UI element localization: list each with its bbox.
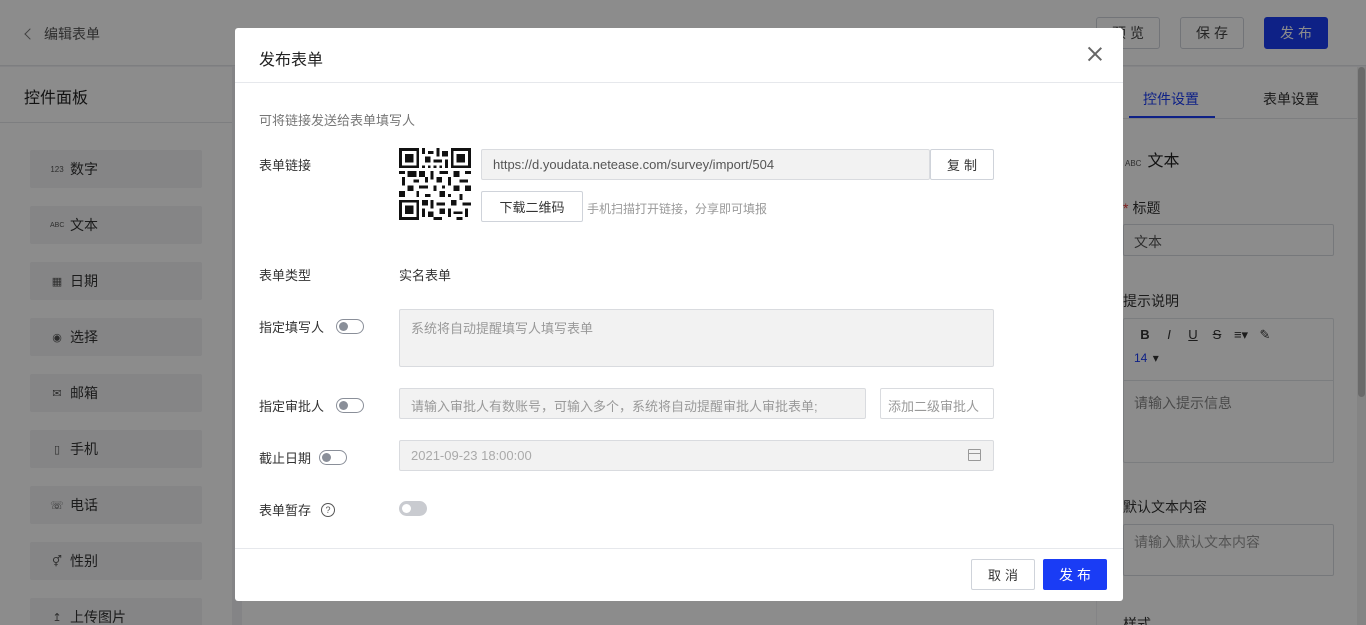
form-type-value: 实名表单: [399, 268, 452, 283]
qr-hint: 手机扫描打开链接，分享即可填报: [587, 202, 768, 216]
assign-filler-label: 指定填写人: [259, 320, 325, 335]
deadline-toggle[interactable]: [319, 450, 348, 465]
deadline-label: 截止日期: [259, 451, 312, 466]
form-link-field[interactable]: https://d.youdata.netease.com/survey/imp…: [481, 149, 930, 180]
dialog-hint: 可将链接发送给表单填写人: [259, 113, 416, 128]
dialog-title: 发布表单: [259, 52, 324, 69]
draft-toggle[interactable]: [399, 501, 427, 516]
qr-code-icon: [399, 148, 471, 220]
confirm-publish-button[interactable]: 发布: [1043, 559, 1107, 590]
assign-approver-toggle[interactable]: [336, 398, 365, 413]
filler-input[interactable]: 系统将自动提醒填写人填写表单: [399, 309, 994, 367]
publish-form-dialog: 发布表单 可将链接发送给表单填写人 表单链接 https://d.youdata…: [235, 28, 1123, 601]
deadline-row: 截止日期: [259, 448, 348, 467]
close-icon[interactable]: [1087, 46, 1103, 62]
draft-row: 表单暂存 ?: [259, 500, 336, 519]
divider: [235, 82, 1123, 83]
assign-filler-row: 指定填写人: [259, 317, 365, 336]
deadline-value: 2021-09-23 18:00:00: [411, 448, 532, 463]
download-qr-button[interactable]: 下载二维码: [481, 191, 583, 222]
cancel-button[interactable]: 取消: [971, 559, 1035, 590]
deadline-date-picker[interactable]: 2021-09-23 18:00:00: [399, 440, 994, 471]
assign-filler-toggle[interactable]: [336, 319, 365, 334]
approver-input[interactable]: 请输入审批人有数账号，可输入多个，系统将自动提醒审批人审批表单;: [399, 388, 866, 419]
form-type-label: 表单类型: [259, 268, 312, 283]
assign-approver-label: 指定审批人: [259, 399, 325, 414]
draft-label: 表单暂存: [259, 503, 312, 518]
assign-approver-row: 指定审批人: [259, 396, 365, 415]
second-approver-input[interactable]: 添加二级审批人: [880, 388, 994, 419]
form-link-label: 表单链接: [259, 158, 312, 173]
calendar-icon: [968, 449, 981, 461]
copy-button[interactable]: 复制: [930, 149, 994, 180]
divider: [235, 548, 1123, 549]
help-icon[interactable]: ?: [321, 502, 336, 517]
